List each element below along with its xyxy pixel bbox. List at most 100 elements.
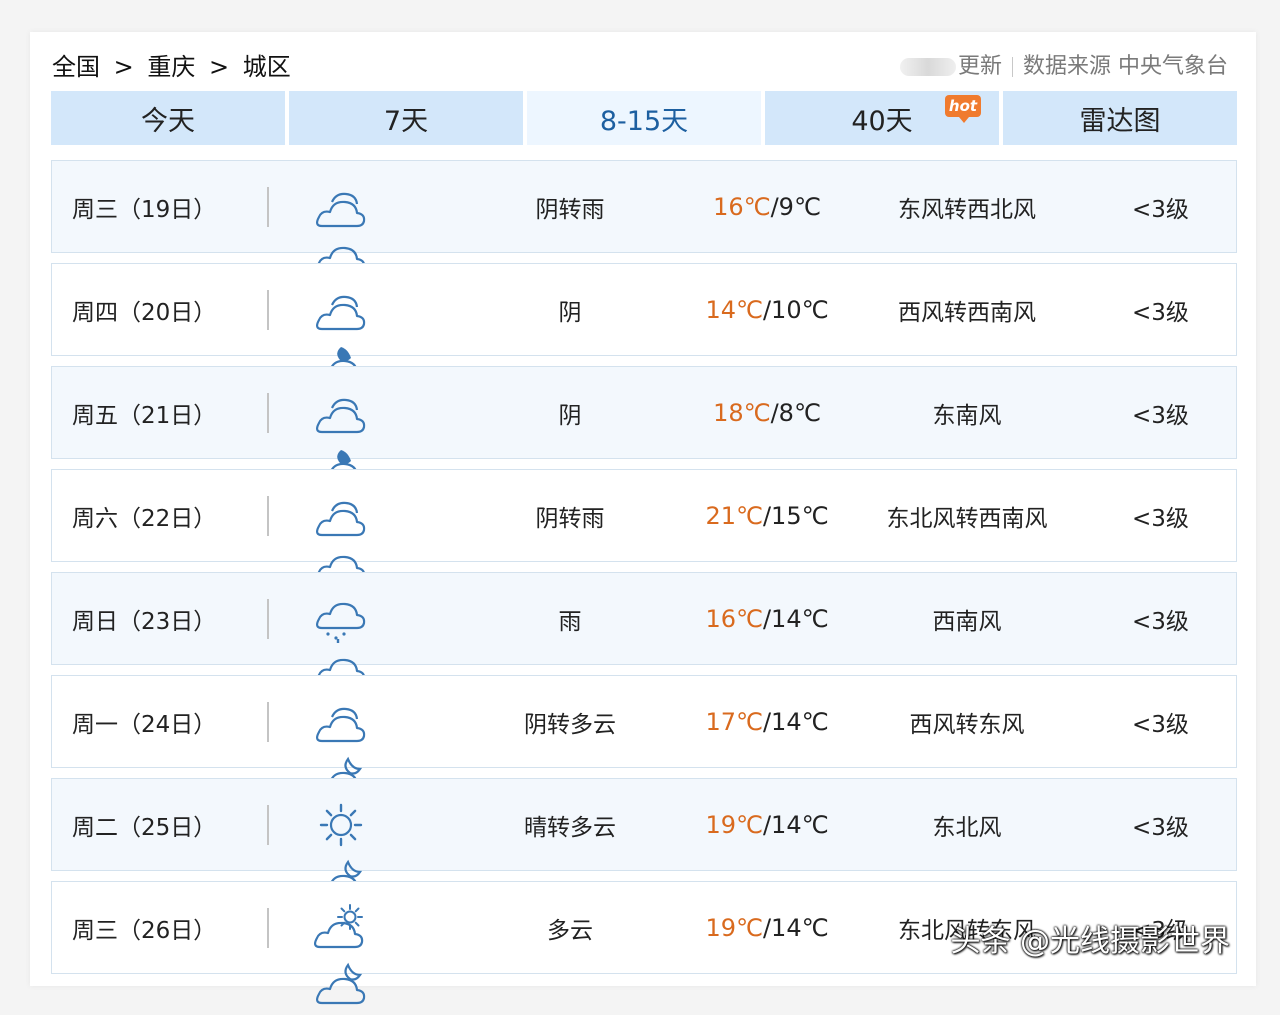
temp-low: 14℃ [771,810,829,839]
temp-high: 16℃ [705,604,763,633]
temperature-range: 16℃/14℃ [705,604,829,633]
temperature-range: 18℃/8℃ [713,398,821,427]
wind-level: <3级 [1132,608,1189,635]
cloudy-icon [315,398,366,434]
top-bar: 全国 > 重庆 > 城区 更新 数据来源 中央气象台 [52,50,1228,84]
wind-direction: 东南风 [932,402,1002,429]
forecast-row: 周六（22日） 阴转雨 21℃/15℃ 东北风转西南风 <3级 [51,469,1237,596]
weather-description: 雨 [558,608,582,635]
hot-badge: hot [945,95,981,123]
weather-icons [314,594,438,699]
divider [267,805,269,845]
temperature-range: 19℃/14℃ [705,913,829,942]
breadcrumb-city[interactable]: 重庆 [147,53,195,81]
forecast-row: 周一（24日） 阴转多云 17℃/14℃ 西风转东风 <3级 [51,675,1237,799]
weather-icons [314,388,438,490]
tab-today[interactable]: 今天 [51,91,285,145]
divider [267,393,269,433]
forecast-date: 周日（23日） [72,608,217,635]
wind-level: <3级 [1132,196,1189,223]
tab-label: 7天 [383,105,429,137]
weather-card: 全国 > 重庆 > 城区 更新 数据来源 中央气象台 今天 7天 8-15天 40… [30,32,1256,1005]
divider [267,290,269,330]
temp-low: 10℃ [771,295,829,324]
wind-direction: 西风转西南风 [898,299,1036,326]
tab-label: 40天 [851,105,913,137]
tab-label: 雷达图 [1079,105,1161,137]
weather-icons [314,800,438,902]
rain-icon [315,602,366,643]
tab-label: 今天 [141,105,195,137]
divider [267,908,269,948]
temperature-range: 16℃/9℃ [713,192,821,221]
partly-cloudy-night-icon [315,962,366,1005]
wind-level: <3级 [1132,711,1189,738]
weather-icons [314,697,438,799]
divider [267,702,269,742]
forecast-date: 周四（20日） [72,299,217,326]
temp-low: 15℃ [771,501,829,530]
wind-level: <3级 [1132,505,1189,532]
forecast-row: 周二（25日） 晴转多云 19℃/14℃ 东北风 <3级 [51,778,1237,902]
update-label: 更新 [957,54,1002,79]
weather-icons [313,903,438,1005]
wind-direction: 东北风 [932,814,1002,841]
weather-icons [314,182,438,287]
temperature-range: 14℃/10℃ [705,295,829,324]
temp-high: 21℃ [705,501,763,530]
weather-description: 阴 [558,299,582,326]
temp-high: 18℃ [713,398,771,427]
temperature-range: 17℃/14℃ [705,707,829,736]
wind-direction: 东北风转西南风 [886,505,1048,532]
breadcrumb-country[interactable]: 全国 [52,53,100,81]
temp-low: 14℃ [771,707,829,736]
tab-8-15-days[interactable]: 8-15天 [527,91,761,145]
temp-low: 9℃ [778,192,821,221]
wind-level: <3级 [1132,299,1189,326]
forecast-list: 周三（19日） 阴转雨 16℃/9℃ 东风转西北风 <3级 周四（20日） 阴 … [51,160,1237,1005]
cloudy-icon [315,192,366,228]
forecast-tabs: 今天 7天 8-15天 40天 hot 雷达图 [51,91,1237,145]
temp-low: 14℃ [771,913,829,942]
source-label: 数据来源 [1022,54,1111,79]
temp-high: 19℃ [705,810,763,839]
weather-description: 阴转雨 [535,196,605,223]
forecast-row: 周三（19日） 阴转雨 16℃/9℃ 东风转西北风 <3级 [51,160,1237,287]
divider [267,599,269,639]
temp-high: 16℃ [713,192,771,221]
separator [1011,57,1013,77]
watermark: 头条 @光线摄影世界 [950,924,1230,959]
temp-high: 14℃ [705,295,763,324]
tab-40-days[interactable]: 40天 hot [765,91,999,145]
cloudy-icon [315,295,366,331]
cloudy-icon [315,707,366,743]
divider [267,496,269,536]
breadcrumb-separator: > [209,53,230,81]
wind-level: <3级 [1132,402,1189,429]
forecast-date: 周五（21日） [72,402,217,429]
data-source: 更新 数据来源 中央气象台 [899,50,1228,84]
temp-low: 8℃ [778,398,821,427]
cloudy-icon [315,501,366,537]
forecast-date: 周一（24日） [72,711,217,738]
breadcrumb-separator: > [113,53,134,81]
temperature-range: 21℃/15℃ [705,501,829,530]
temperature-range: 19℃/14℃ [705,810,829,839]
weather-icons [314,285,438,387]
weather-description: 晴转多云 [524,814,616,841]
temp-high: 19℃ [705,913,763,942]
temp-high: 17℃ [705,707,763,736]
divider [267,187,269,227]
weather-description: 阴 [558,402,582,429]
weather-icons [314,491,438,596]
wind-direction: 西南风 [932,608,1002,635]
weather-description: 阴转多云 [524,711,616,738]
temp-low: 14℃ [771,604,829,633]
weather-description: 阴转雨 [535,505,605,532]
blurred-update-time [899,58,956,76]
tab-7-days[interactable]: 7天 [289,91,523,145]
forecast-row: 周四（20日） 阴 14℃/10℃ 西风转西南风 <3级 [51,263,1237,387]
forecast-date: 周二（25日） [72,814,217,841]
tab-radar[interactable]: 雷达图 [1003,91,1237,145]
forecast-date: 周六（22日） [72,505,217,532]
